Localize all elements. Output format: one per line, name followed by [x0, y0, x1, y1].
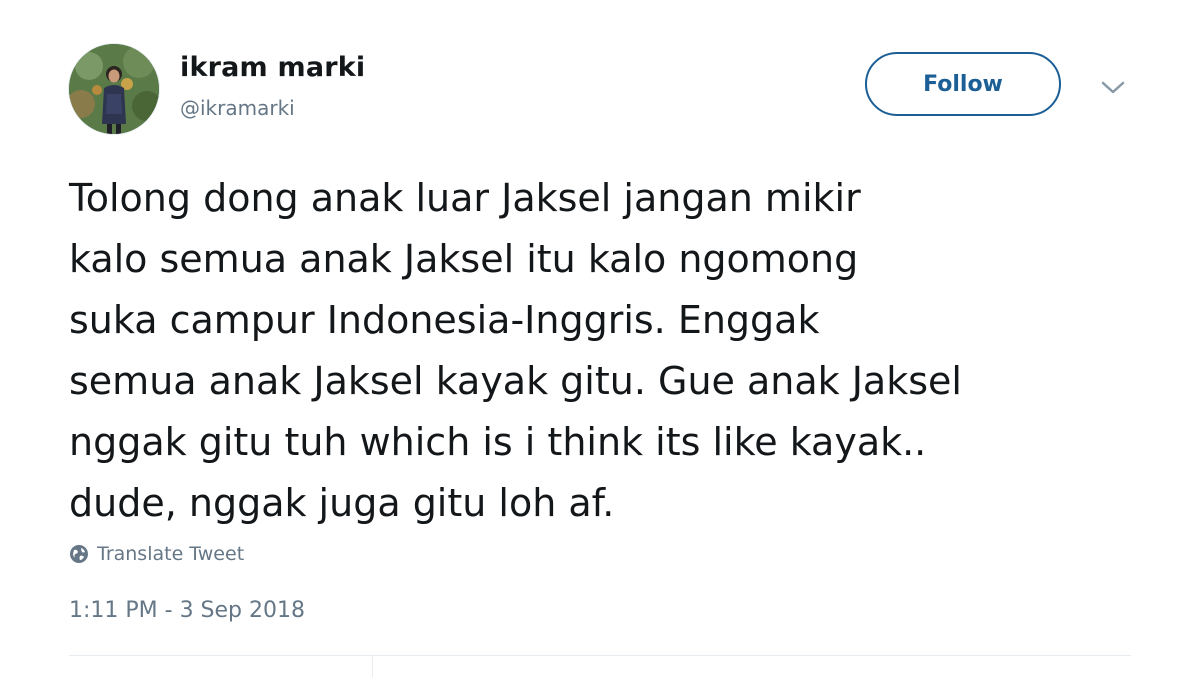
- translate-tweet-label[interactable]: Translate Tweet: [97, 543, 244, 565]
- user-handle[interactable]: @ikramarki: [180, 96, 295, 120]
- translate-tweet-link[interactable]: Translate Tweet: [69, 543, 244, 565]
- divider-tick: [372, 656, 373, 677]
- globe-icon: [70, 545, 88, 563]
- tweet-card: ikram marki @ikramarki Follow Tolong don…: [0, 0, 1200, 677]
- chevron-down-icon[interactable]: [1096, 74, 1130, 102]
- divider: [69, 655, 1131, 656]
- tweet-text: Tolong dong anak luar Jaksel jangan miki…: [69, 176, 962, 525]
- avatar[interactable]: [69, 44, 159, 134]
- tweet-timestamp[interactable]: 1:11 PM - 3 Sep 2018: [69, 598, 305, 623]
- follow-button[interactable]: Follow: [865, 52, 1061, 116]
- chevron-down-icon-graphic: [1101, 81, 1125, 94]
- profile-photo-icon: [69, 44, 159, 134]
- display-name[interactable]: ikram marki: [180, 52, 365, 83]
